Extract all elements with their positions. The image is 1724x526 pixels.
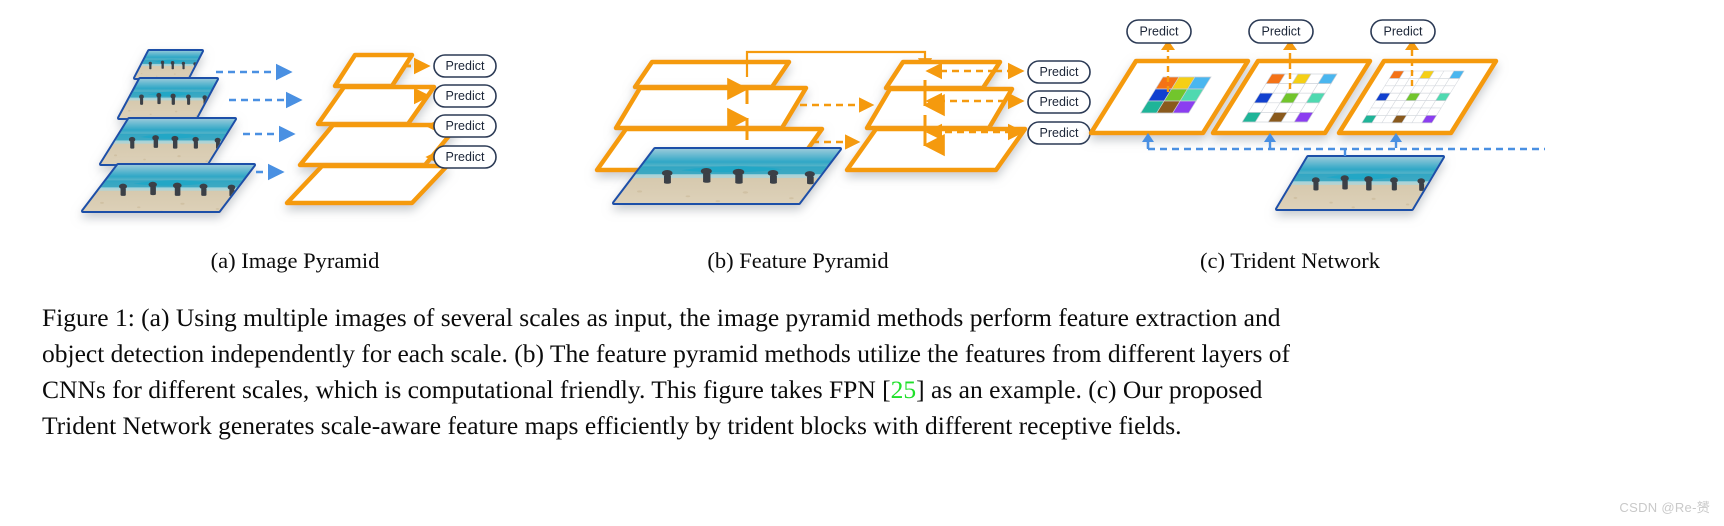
predict-pill[interactable]: Predict [1248,19,1314,44]
predict-label: Predict [1040,126,1079,140]
predict-label: Predict [446,119,485,133]
predict-pill[interactable]: Predict [1027,121,1091,145]
figure-1: Predict Predict Predict Predict Predict … [0,0,1724,526]
panel-c-image-plane [1275,155,1445,211]
feature-plane-a1 [332,52,415,89]
image-plane-2 [117,77,219,120]
predict-pill[interactable]: Predict [433,84,497,108]
predict-label: Predict [1384,25,1423,39]
predict-label: Predict [446,150,485,164]
predict-pill[interactable]: Predict [433,145,497,169]
predict-pill[interactable]: Predict [433,114,497,138]
image-plane-1 [133,49,204,80]
caption-line-4: Trident Network generates scale-aware fe… [42,411,1182,440]
panel-c [1088,40,1545,211]
caption-line-2: object detection independently for each … [42,339,1291,368]
predict-pill[interactable]: Predict [433,54,497,78]
subcaption-a: (a) Image Pyramid [210,248,380,273]
predict-pill[interactable]: Predict [1027,60,1091,84]
feature-plane-a4 [284,163,450,206]
predict-label: Predict [446,59,485,73]
diagram-svg: Predict Predict Predict Predict Predict … [81,19,1545,213]
predict-pill[interactable]: Predict [1126,19,1192,44]
predict-pill[interactable]: Predict [1370,19,1436,44]
panel-b-topdown-planes [844,59,1028,173]
feature-plane-b-top [632,59,792,90]
caption-line-3: CNNs for different scales, which is comp… [42,375,1263,404]
subcaption-b: (b) Feature Pyramid [707,248,889,273]
panel-b [594,50,1028,205]
predict-label: Predict [1040,65,1079,79]
csdn-watermark: CSDN @Re-赟 [1619,500,1710,515]
subcaptions-row: (a) Image Pyramid (b) Feature Pyramid (c… [0,246,1724,280]
caption-line-1: Figure 1: (a) Using multiple images of s… [42,303,1281,332]
image-plane-3 [99,117,237,166]
panel-a-predicts: Predict Predict Predict Predict [433,54,497,169]
predict-pill[interactable]: Predict [1027,90,1091,114]
predict-label: Predict [1140,25,1179,39]
predict-label: Predict [1262,25,1301,39]
panel-a-image-planes [81,49,256,213]
panel-b-predicts: Predict Predict Predict [1027,60,1091,145]
diagram-area: Predict Predict Predict Predict Predict … [0,0,1724,240]
subcaption-c: (c) Trident Network [1200,248,1380,273]
feature-plane-b-td-top [883,59,1003,91]
panel-c-blue-bus [1146,142,1545,156]
panel-a-feature-planes [284,52,461,206]
feature-plane-b-td-bot [844,126,1028,173]
panel-a [81,49,461,213]
figure-caption: Figure 1: (a) Using multiple images of s… [42,300,1686,444]
citation-reference[interactable]: 25 [891,375,917,404]
feature-plane-b-td-mid [864,86,1015,131]
predict-label: Predict [1040,95,1079,109]
feature-plane-b-mid [613,85,809,131]
image-plane-4 [81,163,256,213]
panel-c-predicts: Predict Predict Predict [1126,19,1436,44]
feature-plane-a2 [315,84,437,127]
predict-label: Predict [446,89,485,103]
